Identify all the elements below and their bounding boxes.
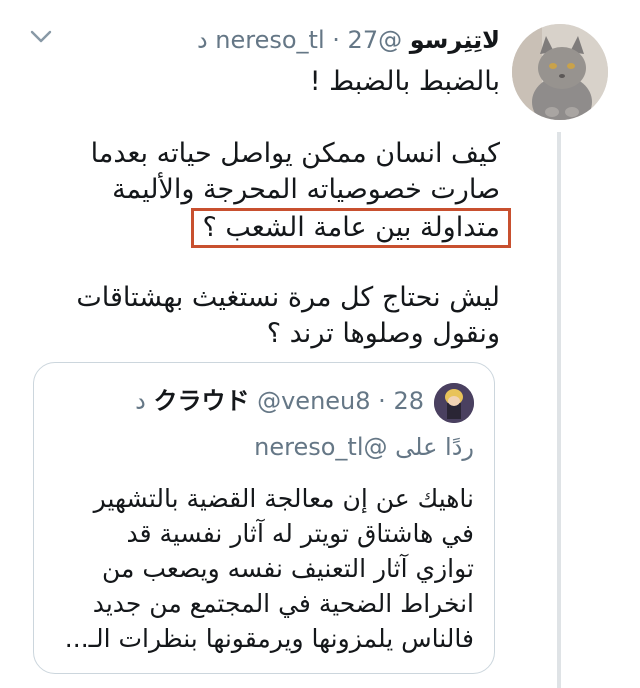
tweet-line: ليش نحتاج كل مرة نستغيث بهشتاقات [76,282,500,313]
quoted-line: فالناس يلمزونها ويرمقونها بنظرات الـ... [64,624,474,653]
quoted-header: クラウド @veneu8 · 28 د [135,385,424,417]
chevron-down-icon[interactable] [30,30,52,44]
avatar[interactable] [512,24,608,120]
cat-avatar-icon [512,24,608,120]
highlighted-line: متداولة بين عامة الشعب ؟ [191,208,511,248]
quoted-line: ناهيك عن إن معالجة القضية بالتشهير [93,484,474,513]
thread-line [557,132,561,688]
tweet-line: صارت خصوصياته المحرجة والأليمة [112,174,500,205]
separator: · [332,26,340,54]
reply-handle[interactable]: @nereso_tl [254,433,387,461]
tweet-paragraph-3: ليش نحتاج كل مرة نستغيث بهشتاقات ونقول و… [76,280,500,352]
tweet-line: بالضبط بالضبط ! [309,66,500,97]
tweet-paragraph-1: بالضبط بالضبط ! [310,64,500,100]
tweet-paragraph-2: كيف انسان ممكن يواصل حياته بعدما صارت خص… [90,136,511,248]
character-avatar-icon [434,383,474,423]
tweet-header: لاتِنِرسو @nereso_tl · 27 د [197,24,500,56]
tweet-line: ونقول وصلوها ترند ؟ [266,318,500,349]
quoted-body: ناهيك عن إن معالجة القضية بالتشهير في ها… [65,481,474,656]
author-name[interactable]: لاتِنِرسو [410,26,500,54]
quoted-line: توازي آثار التعنيف نفسه ويصعب من [102,554,474,583]
separator: · [378,387,386,415]
quoted-tweet[interactable]: クラウド @veneu8 · 28 د ردًا على @nereso_tl … [33,362,495,674]
reply-context: ردًا على @nereso_tl [254,431,474,463]
quoted-line: في هاشتاق تويتر له آثار نفسية قد [126,519,475,548]
quoted-line: انخراط الضحية في المجتمع من جديد [92,589,474,618]
quoted-handle[interactable]: @veneu8 [257,387,370,415]
quoted-avatar[interactable] [434,383,474,423]
tweet-line: كيف انسان ممكن يواصل حياته بعدما [90,138,500,169]
tweet: لاتِنِرسو @nereso_tl · 27 د بالضبط بالضب… [0,0,640,688]
reply-label: ردًا على [395,433,474,461]
quoted-author-name[interactable]: クラウド [153,387,249,415]
